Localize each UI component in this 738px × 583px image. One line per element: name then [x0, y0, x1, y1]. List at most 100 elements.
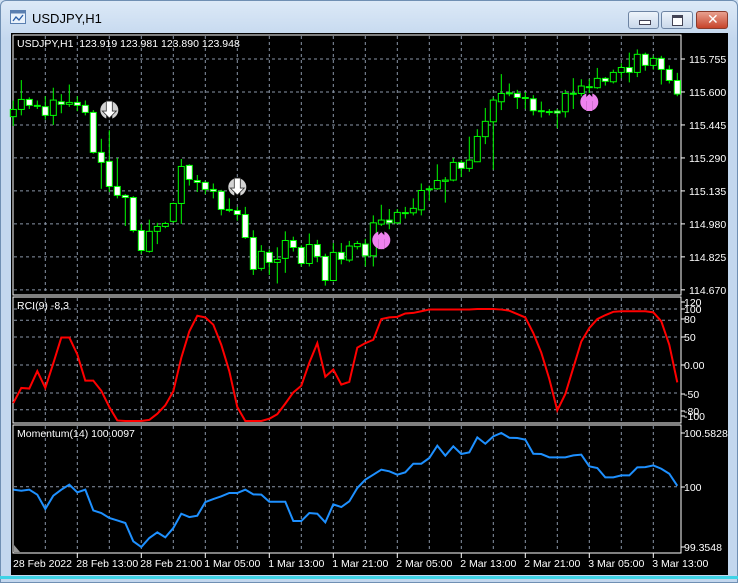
candle-body-bull: [273, 258, 281, 263]
candle: [169, 202, 177, 223]
candle-body-bear: [265, 251, 273, 263]
candle-body-bear: [537, 110, 545, 113]
candle-body-bear: [289, 239, 297, 249]
candle-body-bear: [41, 106, 49, 116]
candle-body-bear: [225, 208, 233, 211]
candle-body-bull: [153, 225, 161, 232]
candle-body-bull: [505, 92, 513, 95]
price-label: 115.445: [689, 120, 726, 132]
arrow-up-signal-icon: [372, 231, 391, 250]
price-label: 115.600: [689, 87, 726, 99]
candle-body-bear: [601, 77, 609, 82]
candle-body-bear: [25, 98, 33, 106]
candle-body-bull: [433, 179, 441, 190]
candle-body-bear: [73, 101, 81, 106]
candle-body-bull: [393, 211, 401, 224]
rci-label: 50: [684, 332, 696, 344]
candle-body-bear: [193, 179, 201, 183]
candle-body-bear: [81, 104, 89, 113]
price-label: 114.825: [689, 252, 726, 264]
candle-body-bear: [361, 243, 369, 257]
candle-body-bull: [473, 135, 481, 163]
candle-body-bull: [633, 53, 641, 73]
candle-body-bull: [145, 230, 153, 252]
price-label: 114.980: [689, 219, 726, 231]
chart-canvas[interactable]: USDJPY,H1 123.919 123.981 123.890 123.94…: [0, 0, 738, 583]
price-label: 115.755: [689, 54, 726, 66]
time-label: 1 Mar 13:00: [268, 558, 324, 570]
candle-body-bull: [305, 244, 313, 264]
momentum-panel-header: Momentum(14) 100.0097: [17, 428, 135, 440]
time-label: 3 Mar 05:00: [588, 558, 644, 570]
candle-body-bull: [345, 245, 353, 261]
momentum-label: 99.3548: [684, 542, 722, 554]
window-bottom-border: [0, 576, 738, 579]
candle-body-bull: [257, 250, 265, 269]
candle-body-bull: [465, 159, 473, 169]
candle-body-bear: [233, 209, 241, 216]
candle-body-bear: [665, 68, 673, 81]
candle-body-bear: [385, 219, 393, 224]
candle-body-bull: [161, 222, 169, 227]
candle-body-bull: [441, 179, 449, 182]
candle-body-bull: [177, 165, 185, 204]
candle-body-bull: [561, 92, 569, 113]
candle-body-bear: [553, 110, 561, 114]
candle-body-bear: [321, 255, 329, 281]
candle-body-bear: [249, 237, 257, 270]
candle-body-bull: [49, 99, 57, 116]
momentum-label: 100.5828: [684, 428, 728, 440]
arrow-down-signal-icon: [100, 100, 119, 120]
candle-body-bear: [137, 229, 145, 251]
candle-body-bear: [97, 151, 105, 163]
candle-body-bear: [513, 92, 521, 99]
time-label: 28 Feb 13:00: [76, 558, 138, 570]
candle-body-bear: [129, 197, 137, 231]
candle-body-bear: [105, 160, 113, 187]
price-label: 114.670: [689, 285, 726, 297]
price-label: 115.290: [689, 153, 726, 165]
time-label: 28 Feb 21:00: [140, 558, 202, 570]
candle: [297, 245, 305, 267]
candle-body-bull: [417, 189, 425, 211]
arrow-up-signal-icon: [580, 92, 599, 111]
time-label: 1 Mar 05:00: [204, 558, 260, 570]
chart-background: [11, 33, 728, 575]
rci-panel-header: RCI(9) -8,3: [17, 300, 69, 312]
candle-body-bull: [353, 242, 361, 248]
candle-body-bear: [673, 79, 681, 95]
candle-body-bull: [329, 251, 337, 281]
price-label: 115.135: [689, 186, 726, 198]
candle-body-bull: [545, 111, 553, 114]
candle-body-bull: [617, 67, 625, 73]
candle-body-bear: [89, 111, 97, 153]
momentum-label: 100: [684, 482, 702, 494]
candle-body-bull: [17, 98, 25, 110]
candle-body-bear: [529, 98, 537, 112]
candle-body-bear: [217, 190, 225, 210]
candle-body-bull: [449, 161, 457, 181]
candle-body-bull: [649, 57, 657, 66]
candle-body-bear: [297, 247, 305, 264]
candle-body-bull: [65, 101, 73, 105]
candle-body-bull: [169, 202, 177, 222]
candle-body-bear: [113, 185, 121, 196]
candle-body-bull: [481, 120, 489, 138]
time-label: 28 Feb 2022: [13, 558, 72, 570]
candle-body-bear: [57, 101, 65, 105]
candle: [129, 196, 137, 233]
candle-body-bull: [9, 108, 17, 118]
candle-body-bear: [337, 251, 345, 260]
candle-body-bear: [33, 104, 41, 107]
rci-label: 0.00: [684, 360, 705, 372]
candle-body-bear: [241, 214, 249, 239]
candle-body-bull: [281, 239, 289, 259]
candle-body-bear: [185, 164, 193, 180]
candle-body-bull: [609, 71, 617, 83]
candle: [89, 110, 97, 154]
candle-body-bear: [209, 188, 217, 192]
main-panel-header: USDJPY,H1 123.919 123.981 123.890 123.94…: [17, 38, 240, 50]
candle-body-bull: [577, 85, 585, 94]
time-label: 1 Mar 21:00: [332, 558, 388, 570]
candle-body-bull: [425, 188, 433, 191]
